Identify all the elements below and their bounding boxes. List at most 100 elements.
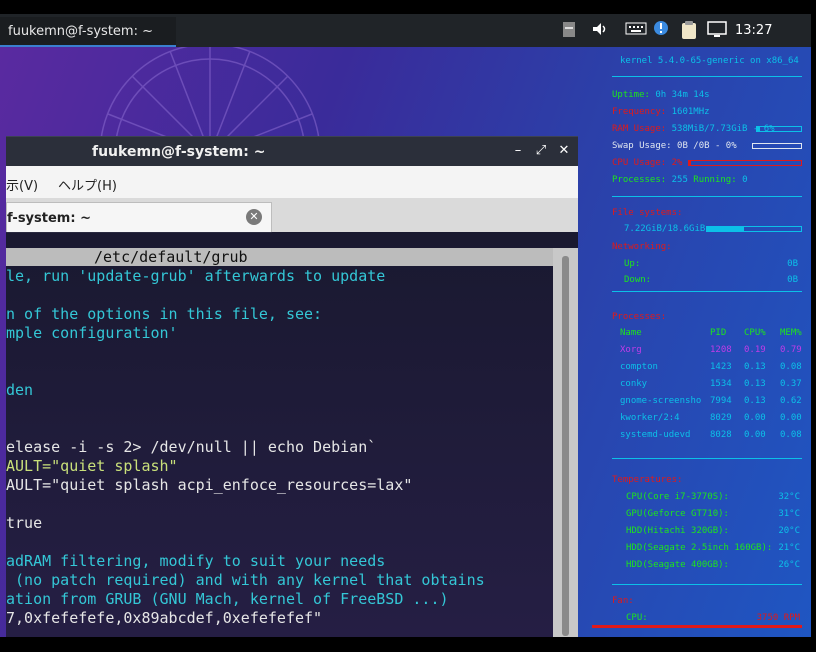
temperatures-heading: Temperatures:	[612, 475, 683, 485]
temperature-row: HDD(Seagate 400GB): 26°C	[626, 560, 800, 572]
ram-bar	[756, 126, 802, 132]
divider	[612, 291, 802, 292]
process-cpu: 0.19	[744, 345, 766, 355]
temperature-row: GPU(Geforce GT710): 31°C	[626, 509, 800, 521]
trash-icon[interactable]	[562, 20, 576, 40]
editor-line: elease -i -s 2> /dev/null || echo Debian…	[6, 438, 377, 456]
desktop: fuukemn@f-system: ~ 13:27 fuukemn@f-syst…	[0, 14, 811, 637]
conky-monitor: kernel 5.4.0-65-generic on x86_64 Uptime…	[592, 50, 811, 637]
processes-label: Processes:	[612, 175, 667, 185]
tab-bar: f-system: ~ ✕	[6, 198, 578, 233]
vertical-scrollbar[interactable]	[553, 248, 578, 637]
scrollbar-thumb[interactable]	[562, 256, 569, 636]
cpu-bar	[688, 160, 802, 166]
uptime-label: Uptime:	[612, 90, 650, 100]
process-table-header: Name PID CPU% MEM%	[620, 328, 811, 340]
keyboard-icon[interactable]	[625, 20, 647, 40]
process-mem: 0.62	[780, 396, 802, 406]
process-name: systemd-udevd	[620, 430, 691, 440]
tab-terminal[interactable]: f-system: ~ ✕	[6, 202, 272, 233]
process-row: conky 1534 0.13 0.37	[620, 379, 811, 391]
process-name: Xorg	[620, 345, 642, 355]
process-pid: 1534	[710, 379, 732, 389]
col-name: Name	[620, 328, 642, 338]
temperature-row: HDD(Seagate 2.5inch 160GB): 21°C	[626, 543, 800, 555]
processes-heading: Processes:	[612, 312, 667, 322]
temperature-sensor: CPU(Core i7-3770S):	[626, 492, 729, 502]
temperature-row: HDD(Hitachi 320GB): 20°C	[626, 526, 800, 538]
divider	[612, 584, 802, 585]
fan-label: CPU:	[626, 613, 648, 623]
temperature-value: 26°C	[778, 560, 800, 570]
ram-bar-fill	[757, 127, 760, 131]
process-name: conky	[620, 379, 648, 389]
frequency-value: 1601MHz	[671, 107, 710, 117]
menu-view[interactable]: 示(V)	[6, 175, 38, 194]
cpu-bar-fill	[689, 161, 692, 165]
editor-line: n of the options in this file, see:	[6, 305, 323, 323]
terminal-content[interactable]: /etc/default/grub le, run 'update-grub' …	[6, 232, 578, 637]
taskbar-window-button[interactable]: fuukemn@f-system: ~	[0, 17, 176, 47]
fan-heading: Fan:	[612, 596, 634, 606]
process-mem: 0.08	[780, 362, 802, 372]
networking-heading: Networking:	[612, 242, 672, 252]
volume-icon[interactable]	[591, 20, 609, 40]
editor-line: AULT="quiet splash acpi_enfoce_resources…	[6, 476, 413, 494]
temperature-row: CPU(Core i7-3770S): 32°C	[626, 492, 800, 504]
minimize-button[interactable]: –	[510, 143, 526, 159]
cpu-usage-value: 2%	[671, 158, 683, 168]
process-row: gnome-screensho 7994 0.13 0.62	[620, 396, 811, 408]
tab-close-icon[interactable]: ✕	[246, 209, 262, 225]
uptime-value: 0h 34m 14s	[655, 90, 710, 100]
net-down-value: 0B	[787, 275, 798, 285]
swap-value: 0B /0B - 0%	[677, 141, 737, 151]
clock[interactable]: 13:27	[735, 23, 772, 38]
info-icon[interactable]	[653, 20, 669, 40]
editor-line: AULT="quiet splash"	[6, 457, 178, 475]
swap-bar	[752, 143, 802, 149]
window-title: fuukemn@f-system: ~	[92, 144, 266, 160]
swap-label: Swap Usage:	[612, 141, 672, 151]
maximize-button[interactable]: ⤢	[533, 143, 549, 159]
editor-text[interactable]: le, run 'update-grub' afterwards to upda…	[6, 267, 485, 628]
process-cpu: 0.13	[744, 362, 766, 372]
editor-line: 7,0xfefefefe,0x89abcdef,0xefefefef"	[6, 609, 323, 627]
editor-filename: /etc/default/grub	[94, 248, 248, 266]
display-icon[interactable]	[707, 20, 727, 40]
net-up-label: Up:	[624, 259, 641, 269]
process-pid: 1208	[710, 345, 732, 355]
terminal-window: fuukemn@f-system: ~ – ⤢ ✕ 示(V) ヘルプ(H) f-…	[6, 136, 578, 637]
temperature-value: 20°C	[778, 526, 800, 536]
process-row: kworker/2:4 8029 0.00 0.00	[620, 413, 811, 425]
temperature-value: 31°C	[778, 509, 800, 519]
col-mem: MEM%	[780, 328, 802, 338]
process-row: compton 1423 0.13 0.08	[620, 362, 811, 374]
clipboard-icon[interactable]	[680, 20, 698, 40]
process-cpu: 0.00	[744, 413, 766, 423]
top-panel: fuukemn@f-system: ~ 13:27	[0, 14, 811, 47]
editor-line: (no patch required) and with any kernel …	[6, 571, 485, 589]
process-pid: 1423	[710, 362, 732, 372]
cpu-usage-label: CPU Usage:	[612, 158, 667, 168]
divider	[612, 458, 802, 459]
process-pid: 8029	[710, 413, 732, 423]
temperature-value: 21°C	[778, 543, 800, 553]
col-cpu: CPU%	[744, 328, 766, 338]
temperature-sensor: HDD(Seagate 2.5inch 160GB):	[626, 543, 773, 553]
editor-line: adRAM filtering, modify to suit your nee…	[6, 552, 386, 570]
menu-help[interactable]: ヘルプ(H)	[58, 175, 117, 194]
process-name: kworker/2:4	[620, 413, 680, 423]
editor-line: ation from GRUB (GNU Mach, kernel of Fre…	[6, 590, 449, 608]
editor-line: true	[6, 514, 43, 532]
temperature-value: 32°C	[778, 492, 800, 502]
close-button[interactable]: ✕	[556, 143, 572, 159]
kernel-info: kernel 5.4.0-65-generic on x86_64	[620, 56, 799, 66]
process-cpu: 0.13	[744, 379, 766, 389]
window-titlebar[interactable]: fuukemn@f-system: ~ – ⤢ ✕	[6, 136, 578, 167]
editor-line: mple configuration'	[6, 324, 178, 342]
